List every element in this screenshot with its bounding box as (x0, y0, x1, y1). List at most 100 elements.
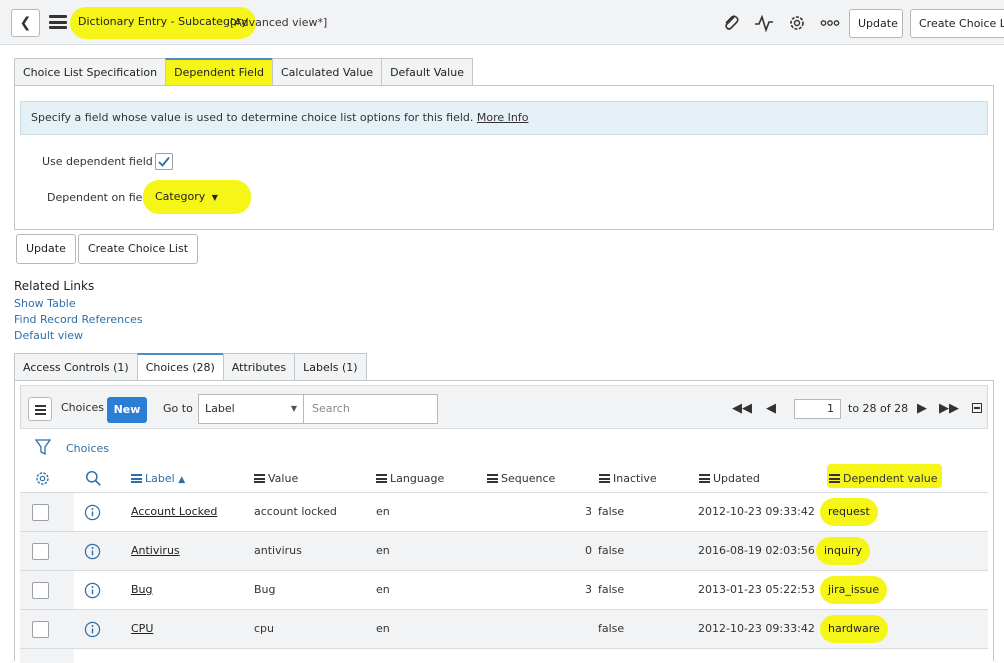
new-button[interactable]: New (107, 397, 147, 423)
find-record-references-link[interactable]: Find Record References (14, 313, 143, 326)
row-value: Bug (254, 583, 276, 596)
row-value: cpu (254, 622, 275, 635)
row-value: account locked (254, 505, 337, 518)
info-icon[interactable] (84, 582, 101, 599)
form-header: ❮ Dictionary Entry - Subcategory [Advanc… (0, 0, 1004, 45)
table-row: Antivirus antivirus en 0 false 2016-08-1… (20, 531, 988, 570)
page-title: Dictionary Entry - Subcategory (70, 7, 256, 39)
row-language: en (376, 622, 390, 635)
row-inactive: false (598, 622, 625, 635)
caret-down-icon: ▼ (211, 193, 218, 202)
row-label-link[interactable]: CPU (131, 622, 153, 635)
choices-list: Choices New Go to Label ▼ Search ◀◀ ◀ 1 … (14, 380, 994, 663)
info-icon[interactable] (84, 543, 101, 560)
page-number-input[interactable]: 1 (794, 399, 841, 419)
list-settings-gear-icon[interactable] (34, 470, 51, 487)
row-checkbox[interactable] (32, 504, 49, 521)
list-toolbar: Choices New Go to Label ▼ Search ◀◀ ◀ 1 … (20, 385, 988, 429)
row-label-link[interactable]: Account Locked (131, 505, 217, 518)
row-dependent-value: request (820, 498, 878, 526)
breadcrumb[interactable]: Choices (66, 442, 109, 455)
row-sequence: 0 (585, 544, 592, 557)
gear-icon[interactable] (787, 13, 807, 33)
goto-field-value: Label (205, 402, 235, 415)
list-menu-button[interactable] (28, 397, 52, 421)
update-button-header[interactable]: Update (849, 9, 903, 38)
column-header-sequence[interactable]: Sequence (487, 472, 555, 485)
filter-icon[interactable] (35, 438, 51, 456)
row-label-link[interactable]: Bug (131, 583, 153, 596)
info-message: Specify a field whose value is used to d… (20, 101, 988, 135)
row-sequence: 3 (585, 505, 592, 518)
dependent-field-panel: Specify a field whose value is used to d… (14, 85, 994, 230)
last-page-icon[interactable]: ▶▶ (939, 401, 959, 417)
info-icon[interactable] (84, 504, 101, 521)
row-updated: 2013-01-23 05:22:53 (698, 583, 815, 596)
create-choice-list-button-header[interactable]: Create Choice List (910, 9, 1004, 38)
info-icon[interactable] (84, 621, 101, 638)
dependent-on-field-label: Dependent on field (47, 191, 153, 204)
paperclip-icon[interactable] (721, 13, 741, 33)
tab-choices[interactable]: Choices (28) (136, 353, 224, 381)
collapse-icon[interactable] (972, 403, 982, 413)
goto-field-select[interactable]: Label ▼ (198, 394, 304, 424)
sort-ascending-icon: ▲ (178, 475, 186, 485)
column-header-value[interactable]: Value (254, 472, 298, 485)
checkmark-icon (158, 156, 170, 167)
next-page-icon[interactable]: ▶ (917, 401, 927, 417)
back-button[interactable]: ❮ (11, 9, 40, 37)
update-button[interactable]: Update (16, 234, 76, 264)
menu-icon[interactable] (49, 15, 67, 29)
use-dependent-field-checkbox[interactable] (155, 153, 173, 170)
page-info: to 28 of 28 (848, 402, 909, 415)
related-links-title: Related Links (14, 279, 95, 293)
previous-page-icon[interactable]: ◀ (766, 401, 776, 417)
column-header-label[interactable]: Label ▲ (131, 472, 185, 485)
column-search-icon[interactable] (85, 470, 102, 487)
column-header-language[interactable]: Language (376, 472, 444, 485)
form-section-tabs: Choice List Specification Dependent Fiel… (14, 58, 473, 86)
dependent-on-field-select[interactable]: Category ▼ (143, 180, 251, 214)
row-checkbox[interactable] (32, 543, 49, 560)
back-icon: ❮ (19, 15, 32, 31)
row-checkbox[interactable] (32, 621, 49, 638)
dependent-on-field-value: Category (155, 190, 206, 203)
caret-down-icon: ▼ (290, 404, 297, 413)
activity-icon[interactable] (754, 13, 774, 33)
use-dependent-field-label: Use dependent field (42, 155, 153, 168)
info-text: Specify a field whose value is used to d… (31, 111, 474, 124)
row-inactive: false (598, 583, 625, 596)
show-table-link[interactable]: Show Table (14, 297, 76, 310)
tab-access-controls[interactable]: Access Controls (1) (14, 353, 138, 381)
more-icon[interactable] (820, 13, 840, 33)
tab-labels[interactable]: Labels (1) (294, 353, 367, 381)
row-checkbox[interactable] (32, 582, 49, 599)
search-input[interactable]: Search (303, 394, 438, 424)
column-header-updated[interactable]: Updated (699, 472, 760, 485)
row-dependent-value: inquiry (816, 537, 871, 565)
tab-calculated-value[interactable]: Calculated Value (272, 58, 383, 86)
row-updated: 2012-10-23 09:33:42 (698, 622, 815, 635)
row-language: en (376, 583, 390, 596)
create-choice-list-button[interactable]: Create Choice List (78, 234, 199, 264)
more-info-link[interactable]: More Info (477, 111, 529, 124)
first-page-icon[interactable]: ◀◀ (732, 401, 752, 417)
table-row: Account Locked account locked en 3 false… (20, 492, 988, 531)
column-header-inactive[interactable]: Inactive (599, 472, 657, 485)
table-row-partial (20, 648, 988, 663)
tab-attributes[interactable]: Attributes (222, 353, 296, 381)
related-list-tabs: Access Controls (1) Choices (28) Attribu… (14, 353, 367, 381)
table-row: Bug Bug en 3 false 2013-01-23 05:22:53 j… (20, 570, 988, 609)
list-title: Choices (61, 401, 104, 414)
tab-dependent-field[interactable]: Dependent Field (165, 58, 273, 86)
row-updated: 2012-10-23 09:33:42 (698, 505, 815, 518)
row-value: antivirus (254, 544, 302, 557)
row-language: en (376, 505, 390, 518)
view-label: [Advanced view*] (230, 16, 328, 29)
row-updated: 2016-08-19 02:03:56 (698, 544, 815, 557)
default-view-link[interactable]: Default view (14, 329, 83, 342)
tab-choice-list-specification[interactable]: Choice List Specification (14, 58, 167, 86)
tab-default-value[interactable]: Default Value (381, 58, 473, 86)
row-label-link[interactable]: Antivirus (131, 544, 180, 557)
column-header-dependent-value[interactable]: Dependent value (827, 464, 942, 488)
